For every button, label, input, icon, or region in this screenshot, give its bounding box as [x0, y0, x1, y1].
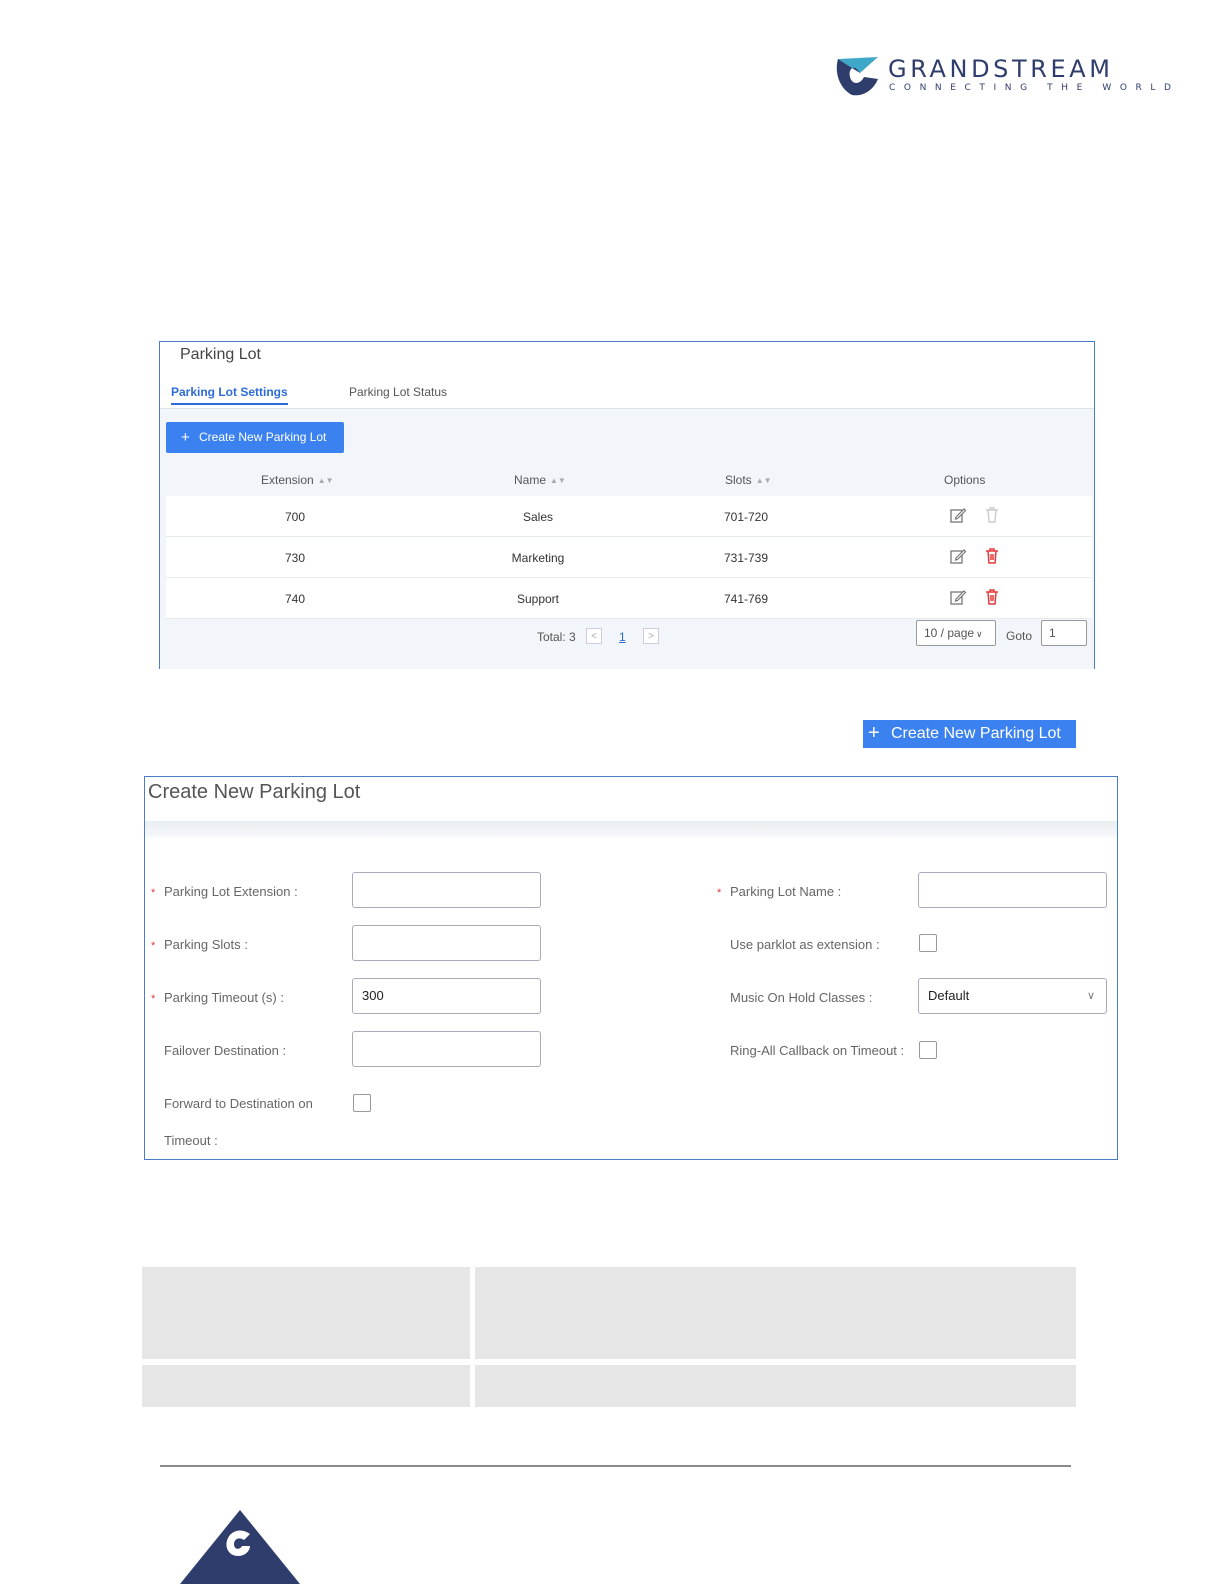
use-parklot-as-extension-checkbox[interactable] — [919, 934, 937, 952]
delete-icon[interactable] — [983, 547, 1001, 565]
page-number[interactable]: 1 — [619, 630, 626, 644]
table-cell — [475, 1267, 1076, 1359]
page-title: Parking Lot — [180, 346, 261, 363]
form-title: Create New Parking Lot — [148, 781, 361, 803]
plus-icon: + — [868, 722, 880, 744]
footer-rule — [160, 1465, 1071, 1467]
create-parking-lot-form: Create New Parking Lot * Parking Lot Ext… — [144, 776, 1118, 1160]
parking-lot-extension-input[interactable] — [352, 872, 541, 908]
cell-slots: 741-769 — [723, 592, 769, 606]
grandstream-emblem-icon — [836, 57, 878, 96]
edit-icon[interactable] — [949, 588, 967, 606]
sort-icon: ▲▼ — [550, 476, 566, 485]
footer-logo-icon — [180, 1510, 300, 1584]
parking-lot-panel: Parking Lot Parking Lot Settings Parking… — [159, 341, 1095, 669]
cell-extension: 730 — [284, 551, 306, 565]
create-button-label: Create New Parking Lot — [199, 430, 327, 444]
table-header: Extension ▲▼ Name ▲▼ Slots ▲▼ Options — [166, 462, 1092, 496]
cell-name: Marketing — [511, 551, 565, 565]
next-page-button[interactable]: > — [643, 628, 659, 644]
table-row: 730 Marketing 731-739 — [166, 537, 1092, 578]
parking-lot-name-label: Parking Lot Name : — [730, 884, 842, 899]
parking-timeout-label: Parking Timeout (s) : — [164, 990, 284, 1005]
table-cell — [475, 1365, 1076, 1407]
cell-slots: 731-739 — [723, 551, 769, 565]
page-size-select[interactable]: 10 / page ∨ — [916, 620, 996, 646]
prev-page-button[interactable]: < — [586, 628, 602, 644]
edit-icon[interactable] — [949, 547, 967, 565]
tab-parking-lot-status[interactable]: Parking Lot Status — [349, 385, 447, 399]
column-header-slots[interactable]: Slots ▲▼ — [725, 473, 772, 487]
create-new-parking-lot-button-image[interactable]: + Create New Parking Lot — [863, 720, 1076, 748]
cell-extension: 700 — [284, 510, 306, 524]
pagination: Total: 3 < 1 > 10 / page ∨ Goto 1 — [160, 617, 1094, 657]
edit-icon[interactable] — [949, 506, 967, 524]
forward-to-destination-label-cont: Timeout : — [164, 1133, 218, 1148]
required-marker: * — [151, 940, 156, 952]
chevron-down-icon: ∨ — [976, 629, 983, 639]
cell-extension: 740 — [284, 592, 306, 606]
tab-bar: Parking Lot Settings Parking Lot Status — [160, 382, 1094, 409]
delete-icon[interactable] — [983, 506, 1001, 524]
parking-lot-extension-label: Parking Lot Extension : — [164, 884, 298, 899]
forward-to-destination-label: Forward to Destination on — [164, 1096, 313, 1111]
brand-name: GRANDSTREAM — [888, 55, 1114, 83]
failover-destination-input[interactable] — [352, 1031, 541, 1067]
create-button-image-label: Create New Parking Lot — [891, 725, 1061, 742]
required-marker: * — [717, 887, 722, 899]
cell-name: Support — [516, 592, 560, 606]
parking-lot-table: Extension ▲▼ Name ▲▼ Slots ▲▼ Options 700 S… — [166, 462, 1092, 619]
cell-slots: 701-720 — [723, 510, 769, 524]
grandstream-logo: GRANDSTREAM CONNECTING THE WORLD — [834, 55, 1171, 100]
pagination-total: Total: 3 — [537, 630, 576, 644]
create-parking-lot-button[interactable]: + Create New Parking Lot — [166, 422, 344, 453]
goto-label: Goto — [1006, 629, 1033, 643]
content-area: + Create New Parking Lot Extension ▲▼ Nam… — [160, 409, 1094, 669]
music-on-hold-classes-label: Music On Hold Classes : — [730, 990, 873, 1005]
parking-timeout-input[interactable]: 300 — [352, 978, 541, 1014]
forward-to-destination-checkbox[interactable] — [353, 1094, 371, 1112]
tab-parking-lot-settings[interactable]: Parking Lot Settings — [171, 385, 288, 405]
column-header-options: Options — [944, 473, 986, 487]
music-on-hold-selected-value: Default — [928, 988, 970, 1003]
plus-icon: + — [181, 429, 190, 446]
sort-icon: ▲▼ — [755, 476, 772, 485]
use-parklot-as-extension-label: Use parklot as extension : — [730, 937, 880, 952]
failover-destination-label: Failover Destination : — [164, 1043, 287, 1058]
required-marker: * — [151, 887, 156, 899]
table-cell — [142, 1365, 470, 1407]
delete-icon[interactable] — [983, 588, 1001, 606]
parking-lot-name-input[interactable] — [918, 872, 1107, 908]
required-marker: * — [151, 993, 156, 1005]
goto-input[interactable]: 1 — [1041, 620, 1087, 646]
ring-all-callback-checkbox[interactable] — [919, 1041, 937, 1059]
table-row: 700 Sales 701-720 — [166, 496, 1092, 537]
parking-slots-input[interactable] — [352, 925, 541, 961]
column-header-name[interactable]: Name ▲▼ — [514, 473, 566, 487]
table-cell — [142, 1267, 470, 1359]
sort-icon: ▲▼ — [317, 476, 334, 485]
table-row: 740 Support 741-769 — [166, 578, 1092, 619]
cell-name: Sales — [522, 510, 554, 524]
ring-all-callback-label: Ring-All Callback on Timeout : — [730, 1043, 905, 1058]
parking-slots-label: Parking Slots : — [164, 937, 248, 952]
music-on-hold-classes-select[interactable]: Default ∨ — [918, 978, 1107, 1014]
brand-tagline: CONNECTING THE WORLD — [889, 83, 1180, 93]
form-divider — [145, 821, 1117, 837]
column-header-extension[interactable]: Extension ▲▼ — [261, 473, 334, 487]
chevron-down-icon: ∨ — [1086, 990, 1095, 1002]
